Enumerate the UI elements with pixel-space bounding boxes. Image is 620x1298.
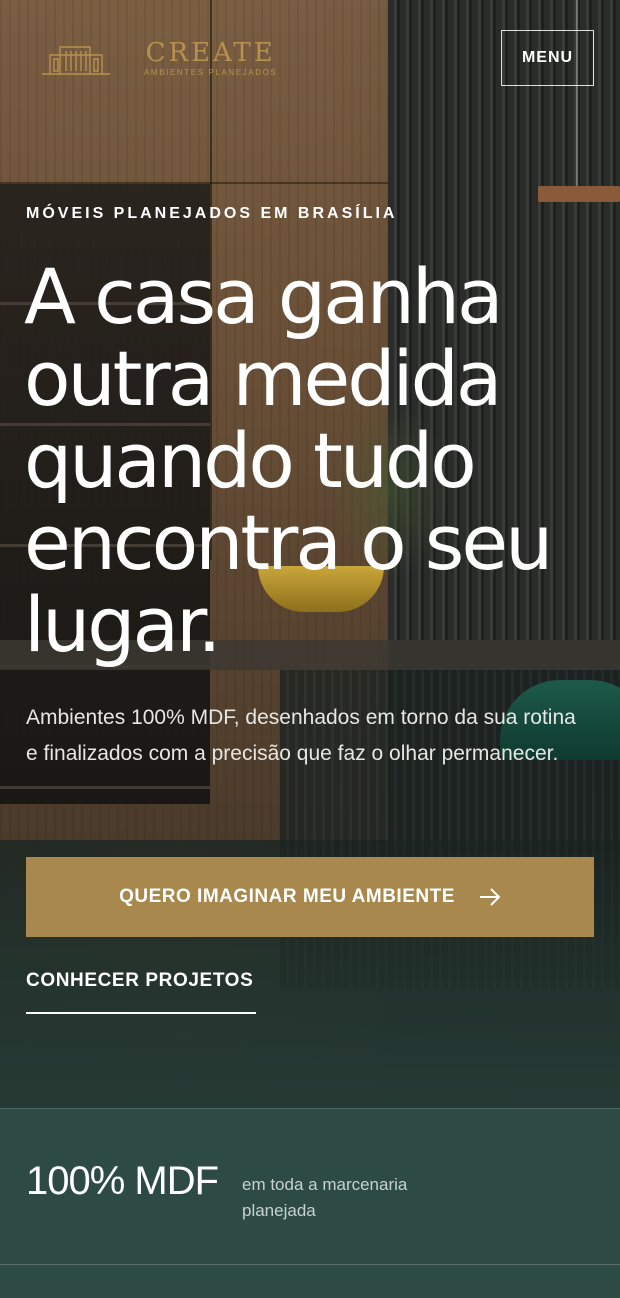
cta-label: QUERO IMAGINAR MEU AMBIENTE (119, 886, 455, 907)
background-pendant-lamp (538, 186, 620, 202)
brand-logo[interactable]: CREATE AMBIENTES PLANEJADOS (40, 40, 277, 77)
hero-headline: A casa ganha outra medida quando tudo en… (24, 252, 553, 669)
hero-section: CREATE AMBIENTES PLANEJADOS MENU MÓVEIS … (0, 0, 620, 1108)
arrow-right-icon (479, 888, 501, 906)
stat-value: 100% MDF (26, 1159, 219, 1203)
brand-subtitle: AMBIENTES PLANEJADOS (144, 68, 278, 77)
brand-title: CREATE (145, 38, 276, 68)
menu-button[interactable]: MENU (501, 30, 594, 86)
divider (0, 1264, 620, 1265)
background-lamp-wire (576, 0, 578, 186)
view-projects-link[interactable]: CONHECER PROJETOS (26, 970, 256, 1014)
hero-lead: Ambientes 100% MDF, desenhados em torno … (26, 706, 576, 765)
building-logo-icon (42, 45, 110, 75)
imagine-ambient-button[interactable]: QUERO IMAGINAR MEU AMBIENTE (26, 857, 594, 937)
brand-wordmark: CREATE AMBIENTES PLANEJADOS (144, 40, 277, 77)
stat-caption: em toda a marcenaria planejada (242, 1175, 408, 1220)
stats-strip: 100% MDF em toda a marcenaria planejada (0, 1108, 620, 1298)
hero-eyebrow: MÓVEIS PLANEJADOS EM BRASÍLIA (26, 205, 398, 222)
